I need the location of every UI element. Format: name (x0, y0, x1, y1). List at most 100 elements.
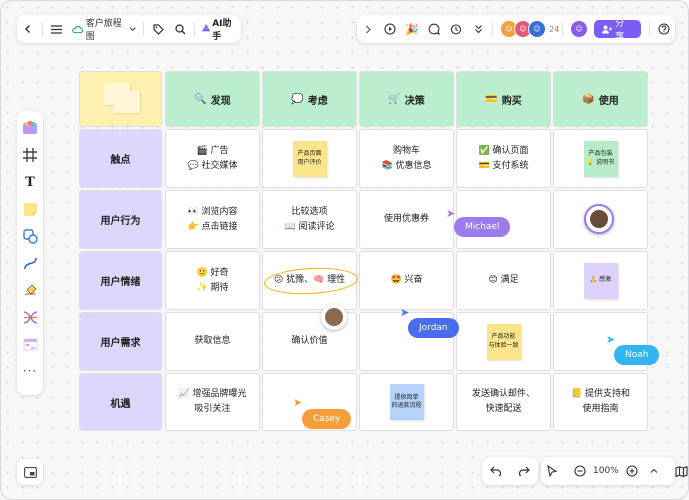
text-icon: T (25, 174, 35, 190)
more-tools-button[interactable]: ··· (20, 360, 40, 382)
menu-button[interactable] (46, 15, 68, 43)
table-cell[interactable]: ✅ 确认页面 💳 支付系统 (456, 129, 551, 188)
sticky-note[interactable]: 提供简单 的退款流程 (389, 384, 424, 420)
comment-button[interactable] (423, 15, 445, 43)
cell-line: 获取信息 (194, 336, 231, 347)
cell-line: 📒 提供支持和 (570, 389, 631, 400)
connector-tool[interactable] (20, 252, 40, 274)
table-cell[interactable]: 购物车 📚 优惠信息 (359, 129, 454, 188)
collaborator-avatars[interactable]: ☺ ☺ ☺ 24 (500, 20, 559, 38)
stage-header[interactable]: 📦 使用 (553, 71, 648, 127)
tag-button[interactable] (147, 15, 169, 43)
zoom-options-button[interactable] (643, 457, 665, 485)
zoom-out-button[interactable] (569, 457, 591, 485)
map-view-button[interactable] (671, 457, 689, 485)
share-button[interactable]: 分享 (594, 19, 642, 42)
table-cell[interactable]: 🙏 感激 (553, 251, 648, 310)
minimap-button[interactable] (17, 459, 43, 485)
doc-title-dropdown[interactable]: 客户旅程图 (68, 16, 140, 42)
cell-line: 📚 优惠信息 (381, 160, 432, 171)
back-button[interactable] (17, 15, 39, 43)
templates-tool[interactable] (20, 117, 40, 139)
stage-header[interactable]: 💳 购买 (456, 71, 551, 127)
cell-line: 使用指南 (582, 404, 619, 414)
table-cell[interactable]: 产品页面 用户评价 (262, 129, 357, 188)
row-header[interactable]: 用户需求 (79, 312, 162, 371)
table-cell[interactable]: 🙂 好奇 ✨ 期待 (165, 251, 260, 310)
ai-logo-icon: ⟁ (202, 24, 211, 34)
stage-header[interactable]: 💭 考虑 (262, 71, 357, 127)
zoom-in-button[interactable] (621, 457, 643, 485)
table-cell[interactable]: 比较选项 📖 阅读评论 (262, 190, 357, 249)
sticky-note[interactable]: 产品功能 与体验一致 (486, 323, 521, 360)
row-header[interactable]: 用户情绪 (79, 251, 162, 310)
sticky-note-line: 的退款流程 (391, 402, 422, 409)
corner-sticky-note (114, 91, 140, 113)
table-cell[interactable]: 获取信息 (165, 312, 260, 371)
chevron-right-icon (366, 25, 371, 33)
text-tool[interactable]: T (20, 171, 40, 193)
shape-tool[interactable] (20, 225, 40, 247)
search-button[interactable] (169, 15, 191, 43)
table-cell[interactable]: 使用优惠券 (359, 190, 454, 249)
double-chevron-down-icon (474, 25, 482, 34)
zoom-level[interactable]: 100% (591, 466, 621, 476)
play-icon (384, 23, 396, 35)
sticky-note-line: 产品包装 (588, 150, 613, 158)
divider (42, 22, 43, 36)
stage-header-label: 使用 (598, 95, 619, 107)
undo-button[interactable] (482, 457, 510, 485)
table-cell[interactable]: 😊 满足 (456, 251, 551, 310)
table-tool[interactable] (20, 333, 40, 355)
collapse-toolbar-button[interactable] (357, 15, 379, 43)
pointer-icon (547, 465, 557, 477)
table-cell[interactable]: 产品功能 与体验一致 (456, 312, 551, 371)
celebrate-button[interactable]: 🎉 (401, 15, 423, 43)
table-cell[interactable]: 🎬 广告 💬 社交媒体 (165, 129, 260, 188)
table-cell[interactable]: 产品包装 💡 说明书 (553, 129, 648, 188)
cell-line: 吸引关注 (194, 404, 231, 414)
stage-icon: 🛒 (388, 93, 401, 105)
ai-assistant-button[interactable]: ⟁ AI助手 (198, 16, 241, 42)
pen-icon (24, 284, 36, 296)
table-cell[interactable]: 提供简单 的退款流程 (359, 373, 454, 431)
sticky-note[interactable]: 产品包装 💡 说明书 (583, 140, 618, 177)
table-cell[interactable]: 👀 浏览内容 👉 点击链接 (165, 190, 260, 249)
table-cell[interactable]: 发送确认邮件、 快速配送 (456, 373, 551, 431)
row-header[interactable]: 用户行为 (79, 190, 162, 249)
collaborator-label-jordan: Jordan (408, 318, 459, 338)
table-cell[interactable]: 📒 提供支持和 使用指南 (553, 373, 648, 431)
collaborator-count: 24 (549, 24, 560, 34)
cursor-pointer-icon: ➤ (400, 306, 410, 319)
mindmap-tool[interactable] (20, 306, 40, 328)
cell-text: 😊 满足 (488, 275, 518, 286)
sticky-note[interactable]: 产品页面 用户评价 (292, 140, 327, 177)
cell-line: 确认价值 (291, 336, 328, 347)
current-user-avatar[interactable]: ☺ (570, 20, 589, 38)
table-cell[interactable]: 🤩 兴奋 (359, 251, 454, 310)
stage-header[interactable]: 🔍 发现 (165, 71, 260, 127)
pen-tool[interactable] (20, 279, 40, 301)
help-button[interactable] (653, 15, 675, 43)
sticky-note[interactable]: 🙏 感激 (583, 262, 618, 299)
play-button[interactable] (379, 15, 401, 43)
frame-tool[interactable] (20, 144, 40, 166)
search-icon (175, 23, 186, 34)
add-user-icon (602, 25, 613, 33)
table-cell[interactable]: 😕 犹豫、🧠 理性 (262, 251, 359, 310)
expand-more-button[interactable] (467, 15, 489, 43)
cell-text: 确认价值 (291, 336, 327, 347)
stage-header[interactable]: 🛒 决策 (359, 71, 454, 127)
timer-button[interactable] (445, 15, 467, 43)
sticky-note-tool[interactable] (20, 198, 40, 220)
row-header[interactable]: 触点 (79, 129, 162, 188)
table-cell[interactable]: 📈 增强品牌曝光 吸引关注 (165, 373, 260, 431)
select-tool-button[interactable] (541, 457, 563, 485)
top-left-toolbar: 客户旅程图 ⟁ AI助手 (17, 15, 241, 43)
minimap-icon (23, 466, 37, 478)
table-corner-cell[interactable] (79, 71, 162, 127)
sticky-note-text: 产品包装 💡 说明书 (587, 150, 614, 167)
redo-button[interactable] (510, 457, 538, 485)
row-header[interactable]: 机遇 (79, 373, 162, 431)
avatar: ☺ (528, 20, 546, 38)
